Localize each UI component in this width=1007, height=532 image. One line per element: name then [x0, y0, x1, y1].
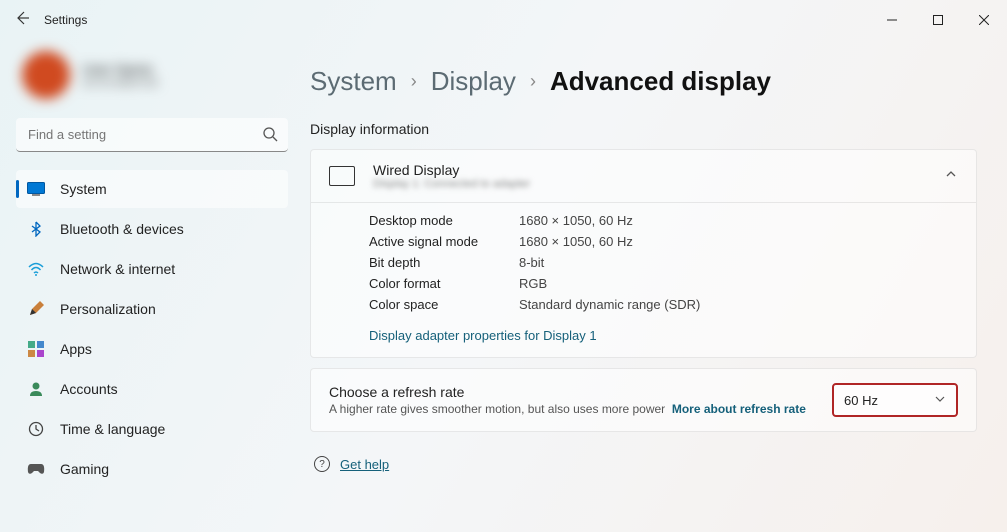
gaming-icon [26, 459, 46, 479]
network-icon [26, 259, 46, 279]
personalization-icon [26, 299, 46, 319]
maximize-button[interactable] [915, 0, 961, 40]
sidebar-item-label: Time & language [60, 421, 165, 437]
minimize-button[interactable] [869, 0, 915, 40]
active-signal-value: 1680 × 1050, 60 Hz [519, 234, 958, 249]
sidebar-item-label: Personalization [60, 301, 156, 317]
sidebar-item-time[interactable]: Time & language [16, 410, 288, 448]
refresh-rate-value: 60 Hz [844, 393, 878, 408]
refresh-sub: A higher rate gives smoother motion, but… [329, 402, 816, 416]
color-format-value: RGB [519, 276, 958, 291]
sidebar-item-label: Gaming [60, 461, 109, 477]
display-card-header[interactable]: Wired Display Display 1: Connected to ad… [311, 150, 976, 202]
display-icon [329, 166, 355, 186]
breadcrumb: System › Display › Advanced display [310, 66, 977, 97]
profile-name: User Name [82, 61, 158, 77]
profile-sub: account@email [82, 77, 158, 89]
color-space-label: Color space [369, 297, 519, 312]
time-icon [26, 419, 46, 439]
sidebar-item-gaming[interactable]: Gaming [16, 450, 288, 488]
search-box[interactable] [16, 118, 288, 152]
window-title: Settings [44, 13, 87, 27]
adapter-properties-link[interactable]: Display adapter properties for Display 1 [311, 322, 976, 357]
accounts-icon [26, 379, 46, 399]
desktop-mode-value: 1680 × 1050, 60 Hz [519, 213, 958, 228]
sidebar-item-label: Bluetooth & devices [60, 221, 184, 237]
refresh-rate-card: Choose a refresh rate A higher rate give… [310, 368, 977, 432]
desktop-mode-label: Desktop mode [369, 213, 519, 228]
refresh-title: Choose a refresh rate [329, 384, 816, 400]
sidebar-item-label: System [60, 181, 107, 197]
display-info-card: Wired Display Display 1: Connected to ad… [310, 149, 977, 358]
titlebar: Settings [0, 0, 1007, 40]
bit-depth-value: 8-bit [519, 255, 958, 270]
sidebar-item-bluetooth[interactable]: Bluetooth & devices [16, 210, 288, 248]
main-content: System › Display › Advanced display Disp… [300, 40, 1007, 532]
search-icon [262, 126, 278, 147]
sidebar-item-label: Accounts [60, 381, 118, 397]
close-button[interactable] [961, 0, 1007, 40]
sidebar-item-personalization[interactable]: Personalization [16, 290, 288, 328]
get-help-link[interactable]: ? Get help [310, 442, 977, 472]
refresh-more-link[interactable]: More about refresh rate [672, 402, 806, 416]
profile-block[interactable]: User Name account@email [16, 40, 288, 110]
display-details: Desktop mode 1680 × 1050, 60 Hz Active s… [311, 203, 976, 322]
chevron-down-icon [934, 393, 946, 408]
sidebar-item-network[interactable]: Network & internet [16, 250, 288, 288]
sidebar-item-system[interactable]: System [16, 170, 288, 208]
help-icon: ? [314, 456, 330, 472]
breadcrumb-system[interactable]: System [310, 66, 397, 97]
breadcrumb-current: Advanced display [550, 66, 771, 97]
search-input[interactable] [16, 118, 288, 152]
color-format-label: Color format [369, 276, 519, 291]
avatar [22, 51, 70, 99]
refresh-rate-dropdown[interactable]: 60 Hz [832, 383, 958, 417]
apps-icon [26, 339, 46, 359]
display-name: Wired Display [373, 162, 926, 178]
chevron-up-icon [944, 167, 958, 186]
chevron-right-icon: › [530, 71, 536, 92]
breadcrumb-display[interactable]: Display [431, 66, 516, 97]
section-title: Display information [310, 121, 977, 137]
display-sub: Display 1: Connected to adapter [373, 178, 926, 190]
active-signal-label: Active signal mode [369, 234, 519, 249]
color-space-value: Standard dynamic range (SDR) [519, 297, 958, 312]
system-icon [26, 179, 46, 199]
sidebar-item-label: Network & internet [60, 261, 175, 277]
chevron-right-icon: › [411, 71, 417, 92]
bluetooth-icon [26, 219, 46, 239]
sidebar-item-apps[interactable]: Apps [16, 330, 288, 368]
sidebar-item-accounts[interactable]: Accounts [16, 370, 288, 408]
nav-list: System Bluetooth & devices Network & int… [16, 170, 288, 488]
back-button[interactable] [14, 10, 30, 31]
bit-depth-label: Bit depth [369, 255, 519, 270]
sidebar-item-label: Apps [60, 341, 92, 357]
sidebar: User Name account@email System Bluetooth… [0, 40, 300, 532]
